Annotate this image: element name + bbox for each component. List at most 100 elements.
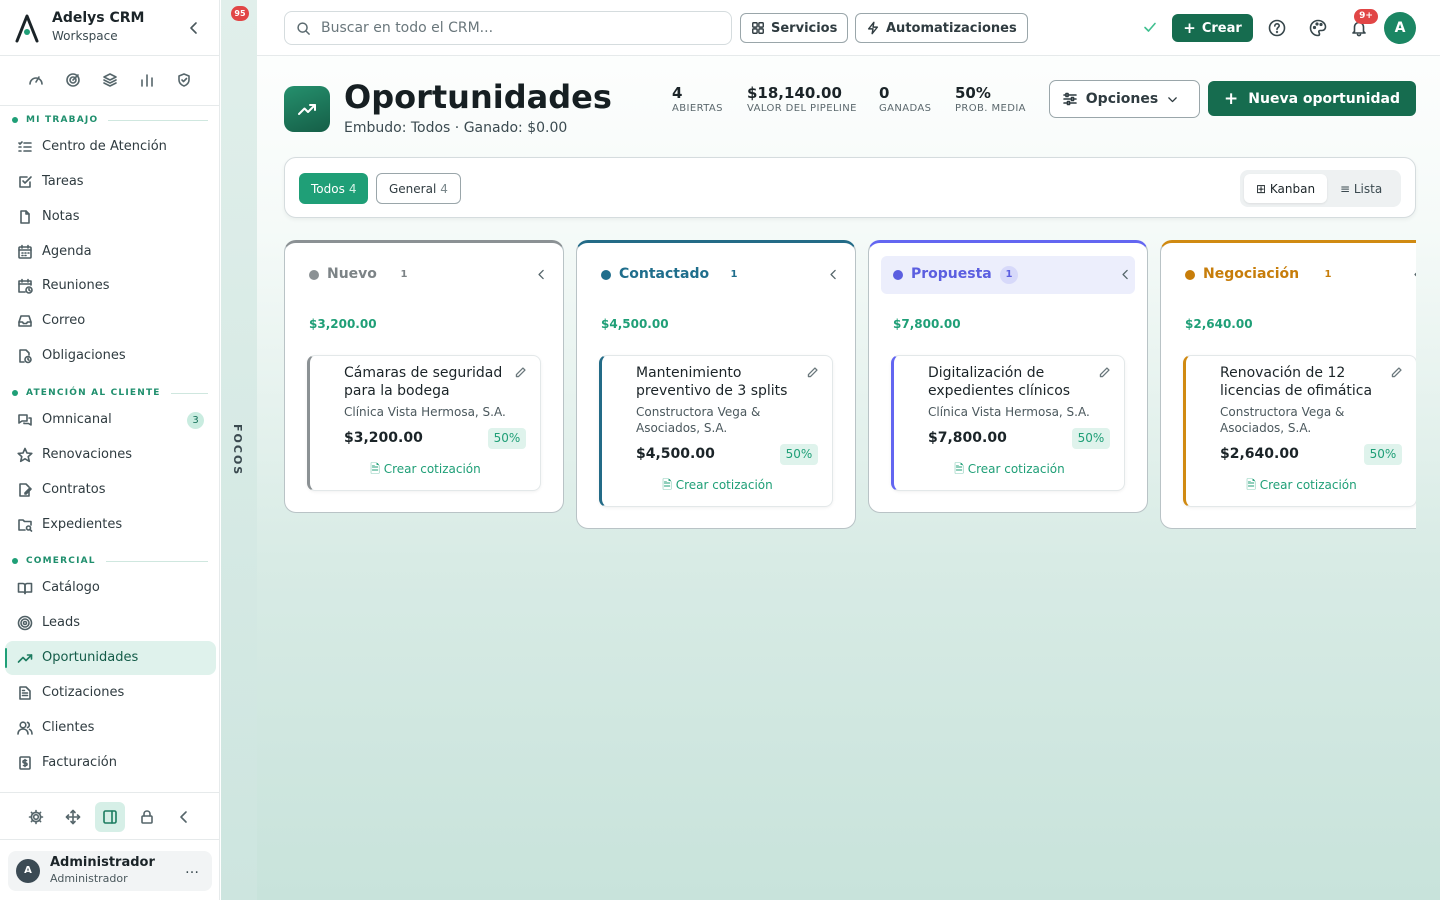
gear-icon[interactable] [28,809,44,825]
brand-header: Adelys CRM Workspace [0,0,220,56]
target-icon [17,615,33,631]
sidebar-item-cotizaciones[interactable]: Cotizaciones [5,676,216,710]
sidebar-item-omnicanal[interactable]: Omnicanal 3 [5,403,216,437]
sidebar-item-agenda[interactable]: Agenda [5,235,216,269]
opportunity-card[interactable]: Mantenimiento preventivo de 3 splits Con… [599,355,833,507]
create-quote-label: Crear cotización [675,478,773,492]
pencil-icon[interactable] [806,366,819,379]
chevron-left-icon[interactable] [1119,268,1132,281]
sidebar-item-renovaciones[interactable]: Renovaciones [5,438,216,472]
sidebar-item-label: Oportunidades [42,650,139,665]
sidebar-item-centro-de-atencion[interactable]: Centro de Atención [5,130,216,164]
create-label: Crear [1201,20,1242,36]
user-menu[interactable]: A Administrador Administrador … [8,851,212,891]
sidebar-item-contratos[interactable]: Contratos [5,473,216,507]
sidebar-item-leads[interactable]: Leads [5,606,216,640]
move-icon[interactable] [65,809,81,825]
sidebar-item-label: Notas [42,209,80,224]
filter-todos[interactable]: Todos 4 [299,173,369,204]
sidebar-item-clientes[interactable]: Clientes [5,711,216,745]
book-open-icon [17,580,33,596]
chart-icon[interactable] [139,72,155,88]
sidebar-item-reuniones[interactable]: Reuniones [5,269,216,303]
sidebar-item-notas[interactable]: Notas [5,200,216,234]
stat-prob-media: 50% PROB. MEDIA [955,84,1026,114]
new-opportunity-button[interactable]: + Nueva oportunidad [1208,81,1416,116]
view-kanban-button[interactable]: ⊞ Kanban [1244,174,1328,203]
column-dot [309,270,319,280]
card-title: Renovación de 12 licencias de ofimática [1220,365,1373,399]
create-quote-link[interactable]: 🗎 Crear cotización [894,460,1125,481]
sidebar-item-obligaciones[interactable]: Obligaciones [5,339,216,373]
pencil-icon[interactable] [1098,366,1111,379]
lock-icon[interactable] [139,809,155,825]
sidebar-item-label: Expedientes [42,517,123,532]
card-amount: $3,200.00 [344,430,423,446]
column-total: $2,640.00 [1185,317,1253,331]
services-label: Servicios [771,20,838,36]
chevron-left-icon[interactable] [1411,268,1416,281]
sidebar-item-label: Facturación [42,755,117,770]
sidebar-item-correo[interactable]: Correo [5,304,216,338]
layers-icon[interactable] [102,72,118,88]
chevron-left-icon[interactable] [535,268,548,281]
opportunity-card[interactable]: Cámaras de seguridad para la bodega Clín… [307,355,541,491]
create-quote-link[interactable]: 🗎 Crear cotización [1186,476,1416,497]
chevron-left-icon[interactable] [827,268,840,281]
opportunity-card[interactable]: Digitalización de expedientes clínicos C… [891,355,1125,491]
card-company: Clínica Vista Hermosa, S.A. [928,405,1090,419]
column-name: Contactado [619,266,710,282]
sidebar-item-oportunidades[interactable]: Oportunidades [5,641,216,675]
view-list-button[interactable]: ≡ Lista [1328,174,1394,203]
user-role: Administrador [50,872,128,885]
services-button[interactable]: Servicios [740,13,849,43]
create-quote-link[interactable]: 🗎 Crear cotización [602,476,833,497]
sidebar-item-expedientes[interactable]: Expedientes [5,508,216,542]
automations-button[interactable]: Automatizaciones [855,13,1028,43]
grid-icon [751,21,765,35]
card-company: Clínica Vista Hermosa, S.A. [344,405,506,419]
create-button[interactable]: + Crear [1172,14,1253,42]
sidebar-panel-icon[interactable] [95,802,125,832]
gauge-icon[interactable] [28,72,44,88]
avatar[interactable]: A [1384,12,1416,44]
search-placeholder: Buscar en todo el CRM... [321,20,494,36]
opportunity-card[interactable]: Renovación de 12 licencias de ofimática … [1183,355,1416,507]
column-name: Propuesta [911,266,992,282]
stat-label: ABIERTAS [672,103,723,114]
create-quote-link[interactable]: 🗎 Crear cotización [310,460,541,481]
palette-icon[interactable] [1309,19,1327,37]
column-header: Contactado 1 [589,256,843,294]
more-options-icon[interactable]: … [185,861,200,877]
pencil-icon[interactable] [1390,366,1403,379]
checkbox-icon [17,174,33,190]
sliders-icon [1062,91,1078,107]
sidebar-toolbar [0,792,220,840]
card-amount: $7,800.00 [928,430,1007,446]
chevron-left-icon[interactable] [186,20,202,36]
card-amount: $2,640.00 [1220,446,1299,462]
search-input[interactable]: Buscar en todo el CRM... [284,11,732,45]
column-count: 1 [1324,269,1332,280]
chevron-left-icon[interactable] [176,809,192,825]
omnicanal-count-badge: 3 [187,412,204,429]
sidebar-item-tareas[interactable]: Tareas [5,165,216,199]
sidebar-item-label: Leads [42,615,81,630]
pencil-icon[interactable] [514,366,527,379]
focus-icon[interactable] [65,72,81,88]
filter-general[interactable]: General 4 [376,173,461,204]
sidebar-item-facturacion[interactable]: Facturación [5,746,216,780]
sidebar-item-label: Cotizaciones [42,685,125,700]
file-text-icon [17,685,33,701]
shield-icon[interactable] [176,72,192,88]
kanban-column-nuevo: Nuevo 1 $3,200.00 Cámaras de seguridad p… [284,240,564,513]
column-name: Nuevo [327,266,377,282]
stat-label: VALOR DEL PIPELINE [747,103,857,114]
brand-subtitle: Workspace [52,29,118,43]
card-title: Cámaras de seguridad para la bodega [344,365,503,399]
options-dropdown[interactable]: Opciones [1049,80,1200,118]
help-icon[interactable] [1268,19,1286,37]
user-name: Administrador [50,855,155,870]
sidebar-item-catalogo[interactable]: Catálogo [5,571,216,605]
focos-panel-toggle[interactable]: 95 FOCOS [221,0,257,900]
